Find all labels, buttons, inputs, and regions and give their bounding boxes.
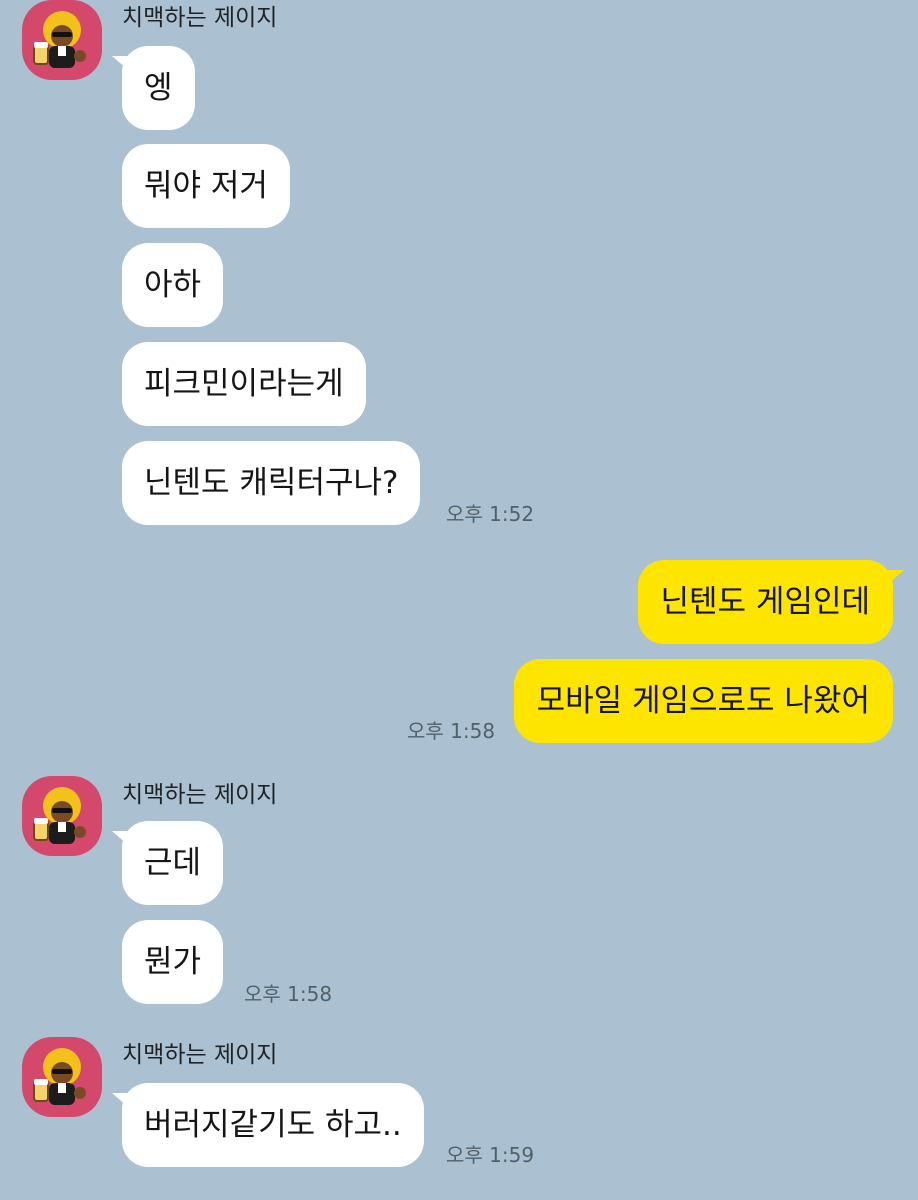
message-bubble-incoming[interactable]: 뭔가 <box>122 920 224 1004</box>
sender-avatar[interactable] <box>22 0 102 80</box>
sender-name: 치맥하는 제이지 <box>122 782 278 808</box>
message-bubble-outgoing[interactable]: 모바일 게임으로도 나왔어 <box>513 659 893 743</box>
message-bubble-incoming[interactable]: 피크민이라는게 <box>122 342 366 426</box>
message-timestamp: 오후 1:59 <box>446 1143 535 1167</box>
message-timestamp: 오후 1:58 <box>244 982 333 1006</box>
message-bubble-incoming[interactable]: 아하 <box>122 243 224 327</box>
character-with-beer-icon <box>33 11 86 68</box>
message-timestamp: 오후 1:58 <box>407 719 496 743</box>
sender-name: 치맥하는 제이지 <box>122 1042 278 1068</box>
message-bubble-incoming[interactable]: 근데 <box>122 821 224 905</box>
message-bubble-incoming[interactable]: 닌텐도 캐릭터구나? <box>122 441 421 525</box>
message-bubble-incoming[interactable]: 버러지같기도 하고.. <box>122 1083 424 1167</box>
sender-name: 치맥하는 제이지 <box>122 5 278 31</box>
message-bubble-incoming[interactable]: 엥 <box>122 46 195 130</box>
message-timestamp: 오후 1:52 <box>446 502 535 526</box>
sender-avatar[interactable] <box>22 776 102 856</box>
character-with-beer-icon <box>33 1048 86 1105</box>
character-with-beer-icon <box>33 787 86 844</box>
message-bubble-outgoing[interactable]: 닌텐도 게임인데 <box>637 560 893 644</box>
message-bubble-incoming[interactable]: 뭐야 저거 <box>122 144 290 228</box>
sender-avatar[interactable] <box>22 1037 102 1117</box>
